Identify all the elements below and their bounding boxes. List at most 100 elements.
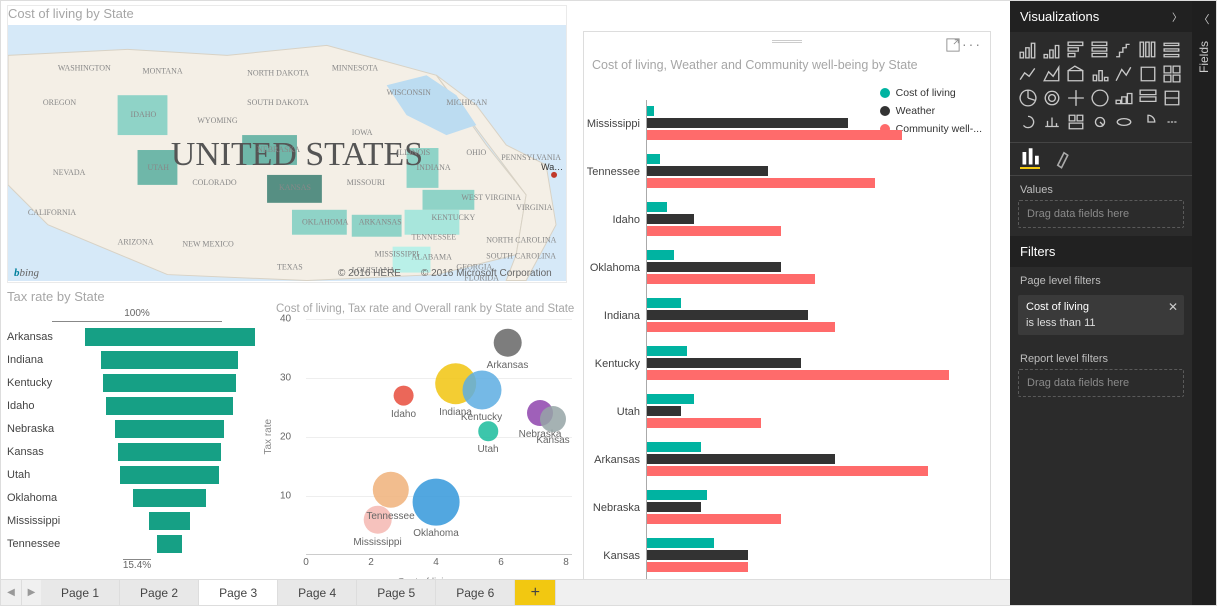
scatter-bubble[interactable] <box>393 385 414 406</box>
funnel-bar[interactable] <box>133 489 206 507</box>
filter-card-cost-of-living[interactable]: ✕ Cost of living is less than 11 <box>1018 295 1184 335</box>
bar-segment[interactable] <box>647 262 781 272</box>
viz-type-icon[interactable] <box>1090 112 1110 132</box>
fields-panel-collapsed[interactable]: 〈 Fields <box>1192 1 1216 605</box>
bar-segment[interactable] <box>647 442 701 452</box>
funnel-row[interactable]: Mississippi <box>7 510 267 532</box>
viz-type-icon[interactable] <box>1138 64 1158 84</box>
funnel-row[interactable]: Kansas <box>7 441 267 463</box>
viz-type-icon[interactable] <box>1090 40 1110 60</box>
viz-type-icon[interactable] <box>1114 64 1134 84</box>
bar-segment[interactable] <box>647 406 681 416</box>
viz-type-icon[interactable] <box>1138 40 1158 60</box>
funnel-row[interactable]: Arkansas <box>7 326 267 348</box>
tab-prev-icon[interactable]: ◀ <box>1 580 21 605</box>
bar-segment[interactable] <box>647 214 694 224</box>
bar-segment[interactable] <box>647 550 748 560</box>
viz-type-icon[interactable] <box>1114 88 1134 108</box>
tab-add-page[interactable]: + <box>515 580 556 605</box>
viz-type-icon[interactable] <box>1066 64 1086 84</box>
funnel-bar[interactable] <box>115 420 224 438</box>
tab-page-6[interactable]: Page 6 <box>436 580 515 605</box>
bar-segment[interactable] <box>647 394 694 404</box>
chevron-left-icon[interactable]: 〈 <box>1199 11 1210 27</box>
filter-remove-icon[interactable]: ✕ <box>1168 300 1178 314</box>
funnel-bar[interactable] <box>106 397 234 415</box>
tab-page-4[interactable]: Page 4 <box>278 580 357 605</box>
viz-type-icon[interactable] <box>1066 88 1086 108</box>
fields-well-tab[interactable] <box>1020 149 1040 169</box>
funnel-visual[interactable]: Tax rate by State 100% ArkansasIndianaKe… <box>7 289 267 569</box>
viz-type-icon[interactable] <box>1066 40 1086 60</box>
scatter-bubble[interactable] <box>478 421 498 441</box>
tab-page-5[interactable]: Page 5 <box>357 580 436 605</box>
scatter-visual[interactable]: Cost of living, Tax rate and Overall ran… <box>276 303 576 571</box>
bar-segment[interactable] <box>647 562 748 572</box>
viz-type-icon[interactable] <box>1018 40 1038 60</box>
viz-type-icon[interactable] <box>1090 88 1110 108</box>
funnel-bar[interactable] <box>149 512 189 530</box>
viz-type-icon[interactable] <box>1042 64 1062 84</box>
drag-handle-icon[interactable] <box>772 40 802 43</box>
viz-type-icon[interactable] <box>1018 64 1038 84</box>
bar-segment[interactable] <box>647 514 781 524</box>
bar-segment[interactable] <box>647 118 848 128</box>
format-paint-tab[interactable] <box>1054 149 1074 169</box>
funnel-row[interactable]: Kentucky <box>7 372 267 394</box>
bar-segment[interactable] <box>647 466 928 476</box>
bar-segment[interactable] <box>647 298 681 308</box>
funnel-row[interactable]: Idaho <box>7 395 267 417</box>
viz-type-icon[interactable] <box>1138 112 1158 132</box>
funnel-row[interactable]: Tennessee <box>7 533 267 555</box>
map-body[interactable]: UNITED STATES WASHINGTONMONTANA OREGONID… <box>8 25 566 281</box>
tab-page-1[interactable]: Page 1 <box>41 580 120 605</box>
viz-type-icon[interactable] <box>1162 64 1182 84</box>
funnel-bar[interactable] <box>101 351 238 369</box>
bar-segment[interactable] <box>647 106 654 116</box>
more-options-icon[interactable]: ··· <box>962 36 982 52</box>
funnel-bar[interactable] <box>118 443 222 461</box>
funnel-bar[interactable] <box>103 374 235 392</box>
bar-segment[interactable] <box>647 454 835 464</box>
bar-segment[interactable] <box>647 418 761 428</box>
bar-segment[interactable] <box>647 250 674 260</box>
bar-segment[interactable] <box>647 310 808 320</box>
viz-type-icon[interactable] <box>1042 88 1062 108</box>
bar-segment[interactable] <box>647 154 660 164</box>
viz-type-icon[interactable] <box>1018 112 1038 132</box>
viz-type-icon[interactable] <box>1162 88 1182 108</box>
tab-next-icon[interactable]: ▶ <box>21 580 41 605</box>
viz-type-icon[interactable] <box>1138 88 1158 108</box>
viz-type-icon[interactable] <box>1162 112 1182 132</box>
viz-type-icon[interactable] <box>1066 112 1086 132</box>
funnel-row[interactable]: Nebraska <box>7 418 267 440</box>
scatter-bubble[interactable] <box>493 328 522 357</box>
bar-segment[interactable] <box>647 346 687 356</box>
funnel-bar[interactable] <box>120 466 219 484</box>
tab-page-2[interactable]: Page 2 <box>120 580 199 605</box>
bar-segment[interactable] <box>647 178 875 188</box>
viz-type-icon[interactable] <box>1018 88 1038 108</box>
viz-type-icon[interactable] <box>1114 40 1134 60</box>
bar-segment[interactable] <box>647 322 835 332</box>
scatter-bubble[interactable] <box>540 406 566 432</box>
report-filters-drop-zone[interactable]: Drag data fields here <box>1018 369 1184 397</box>
scatter-bubble[interactable] <box>462 370 501 409</box>
values-drop-zone[interactable]: Drag data fields here <box>1018 200 1184 228</box>
bar-segment[interactable] <box>647 226 781 236</box>
funnel-row[interactable]: Indiana <box>7 349 267 371</box>
viz-type-icon[interactable] <box>1042 112 1062 132</box>
bar-segment[interactable] <box>647 202 667 212</box>
bar-segment[interactable] <box>647 502 701 512</box>
grouped-bar-visual[interactable]: ··· Cost of living, Weather and Communit… <box>583 31 991 579</box>
bar-segment[interactable] <box>647 490 707 500</box>
tab-page-3[interactable]: Page 3 <box>199 580 278 605</box>
bar-segment[interactable] <box>647 370 949 380</box>
viz-type-icon[interactable] <box>1042 40 1062 60</box>
scatter-bubble[interactable] <box>372 472 408 508</box>
focus-mode-icon[interactable] <box>946 38 960 52</box>
viz-type-icon[interactable] <box>1090 64 1110 84</box>
bar-segment[interactable] <box>647 274 815 284</box>
viz-type-icon[interactable] <box>1162 40 1182 60</box>
map-visual[interactable]: Cost of living by State <box>7 5 567 283</box>
